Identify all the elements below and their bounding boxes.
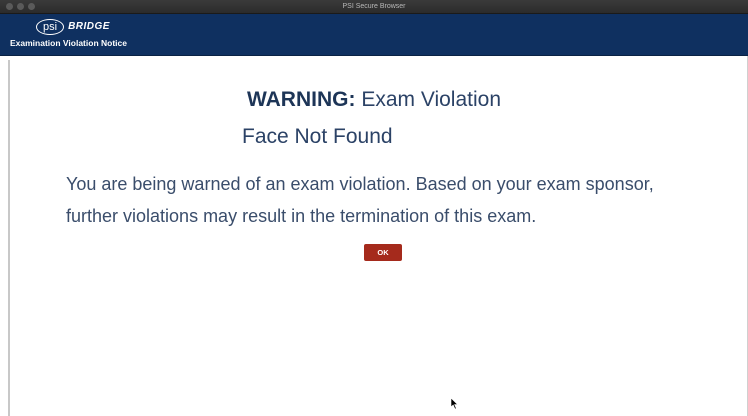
violation-subtitle: Face Not Found — [242, 125, 393, 148]
violation-message: You are being warned of an exam violatio… — [66, 174, 654, 226]
psi-secure-browser-window: PSI Secure Browser psi BRIDGE Examinatio… — [0, 0, 748, 416]
ok-button[interactable]: OK — [364, 244, 402, 261]
warning-text: Exam Violation — [355, 88, 502, 111]
warning-label: WARNING: — [246, 88, 356, 111]
mouse-cursor-icon — [450, 398, 459, 410]
psi-bridge-logo: psi BRIDGE — [36, 18, 110, 35]
warning-heading: WARNING: Exam Violation — [0, 86, 748, 114]
notice-title: Examination Violation Notice — [10, 38, 127, 48]
logo-psi-text: psi — [36, 18, 65, 35]
logo-bridge-text: BRIDGE — [68, 21, 110, 32]
app-header: psi BRIDGE Examination Violation Notice — [0, 14, 748, 56]
window-titlebar: PSI Secure Browser — [0, 0, 748, 14]
window-title: PSI Secure Browser — [342, 3, 406, 10]
